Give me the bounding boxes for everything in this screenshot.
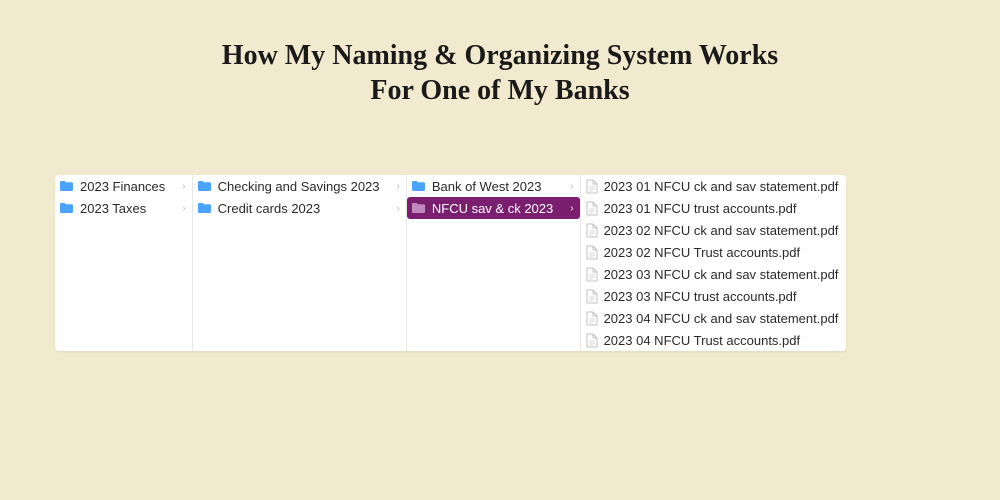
file-row[interactable]: 2023 02 NFCU Trust accounts.pdf [581, 241, 847, 263]
title-line-2: For One of My Banks [0, 73, 1000, 108]
folder-row[interactable]: Checking and Savings 2023 › [193, 175, 406, 197]
page-title: How My Naming & Organizing System Works … [0, 0, 1000, 108]
chevron-right-icon: › [172, 181, 185, 192]
item-label: 2023 Taxes [80, 201, 148, 216]
item-label: Bank of West 2023 [432, 179, 544, 194]
file-icon [585, 200, 599, 216]
file-icon [585, 288, 599, 304]
title-line-1: How My Naming & Organizing System Works [0, 38, 1000, 73]
folder-icon [411, 180, 427, 192]
file-icon [585, 310, 599, 326]
item-label: 2023 04 NFCU Trust accounts.pdf [604, 333, 803, 348]
item-label: 2023 02 NFCU Trust accounts.pdf [604, 245, 803, 260]
finder-column: 2023 Finances › 2023 Taxes › [55, 175, 193, 351]
finder-column-view: 2023 Finances›2023 Taxes›Checking and Sa… [55, 175, 846, 351]
file-icon [585, 332, 599, 348]
folder-row[interactable]: 2023 Taxes › [55, 197, 192, 219]
folder-row[interactable]: NFCU sav & ck 2023 › [407, 197, 580, 219]
finder-column: Bank of West 2023 › NFCU sav & ck 2023 › [407, 175, 581, 351]
chevron-right-icon: › [387, 203, 400, 214]
file-icon [585, 244, 599, 260]
chevron-right-icon: › [560, 203, 573, 214]
file-row[interactable]: 2023 02 NFCU ck and sav statement.pdf [581, 219, 847, 241]
finder-column: 2023 01 NFCU ck and sav statement.pdf 202… [581, 175, 847, 351]
item-label: 2023 Finances [80, 179, 167, 194]
file-row[interactable]: 2023 01 NFCU ck and sav statement.pdf [581, 175, 847, 197]
folder-row[interactable]: Credit cards 2023 › [193, 197, 406, 219]
item-label: NFCU sav & ck 2023 [432, 201, 555, 216]
item-label: 2023 03 NFCU trust accounts.pdf [604, 289, 799, 304]
chevron-right-icon: › [560, 181, 573, 192]
folder-icon [59, 202, 75, 214]
file-row[interactable]: 2023 03 NFCU ck and sav statement.pdf [581, 263, 847, 285]
chevron-right-icon: › [172, 203, 185, 214]
file-row[interactable]: 2023 01 NFCU trust accounts.pdf [581, 197, 847, 219]
folder-row[interactable]: 2023 Finances › [55, 175, 192, 197]
item-label: 2023 01 NFCU trust accounts.pdf [604, 201, 799, 216]
file-icon [585, 266, 599, 282]
file-row[interactable]: 2023 04 NFCU ck and sav statement.pdf [581, 307, 847, 329]
item-label: Credit cards 2023 [218, 201, 323, 216]
folder-icon [411, 202, 427, 214]
item-label: 2023 01 NFCU ck and sav statement.pdf [604, 179, 841, 194]
file-icon [585, 178, 599, 194]
item-label: Checking and Savings 2023 [218, 179, 382, 194]
file-row[interactable]: 2023 03 NFCU trust accounts.pdf [581, 285, 847, 307]
chevron-right-icon: › [387, 181, 400, 192]
item-label: 2023 02 NFCU ck and sav statement.pdf [604, 223, 841, 238]
file-row[interactable]: 2023 04 NFCU Trust accounts.pdf [581, 329, 847, 351]
folder-row[interactable]: Bank of West 2023 › [407, 175, 580, 197]
folder-icon [197, 180, 213, 192]
file-icon [585, 222, 599, 238]
item-label: 2023 03 NFCU ck and sav statement.pdf [604, 267, 841, 282]
item-label: 2023 04 NFCU ck and sav statement.pdf [604, 311, 841, 326]
folder-icon [59, 180, 75, 192]
finder-column: Checking and Savings 2023›Credit cards 2… [193, 175, 407, 351]
folder-icon [197, 202, 213, 214]
